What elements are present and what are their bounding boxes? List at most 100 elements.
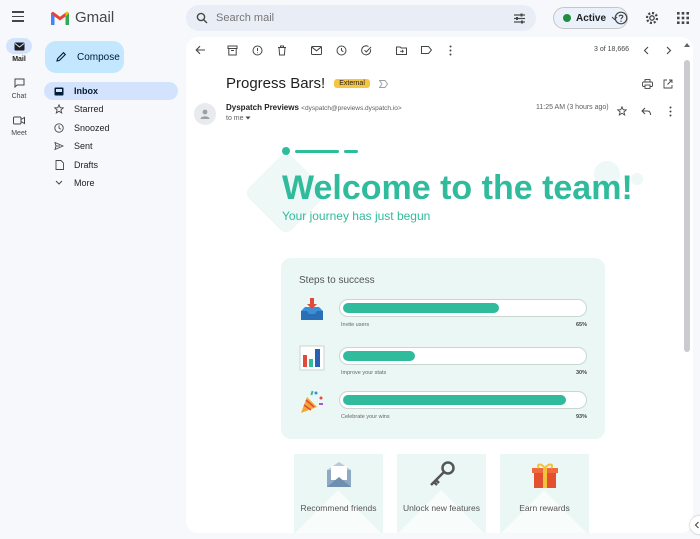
top-bar: Gmail Active [0, 0, 700, 36]
print-icon[interactable] [641, 78, 653, 90]
headline: Welcome to the team! [282, 169, 633, 207]
email-subject: Progress Bars! External [226, 75, 388, 92]
apps-button[interactable] [674, 9, 692, 27]
nav-item-sent[interactable]: Sent [44, 137, 178, 155]
gift-icon [532, 463, 558, 488]
chevron-down-icon [54, 178, 64, 188]
open-new-window-icon[interactable] [662, 78, 674, 90]
rail-item-meet[interactable]: Meet [0, 110, 38, 147]
reply-icon[interactable] [640, 105, 652, 117]
status-label: Active [576, 12, 607, 24]
sender-name: Dyspatch Previews [226, 103, 299, 112]
more-vert-icon[interactable] [444, 44, 456, 56]
search-options-icon[interactable] [513, 12, 526, 25]
back-arrow-icon[interactable] [194, 44, 206, 56]
person-icon [200, 109, 210, 119]
subject-text: Progress Bars! [226, 75, 326, 92]
decorative-pill [295, 149, 339, 153]
recipient-label: to me [226, 115, 244, 122]
feature-row: Recommend friends Unlock new features Ea… [294, 454, 589, 533]
rail-label: Chat [11, 93, 27, 100]
email-content: Welcome to the team! Your journey has ju… [226, 133, 671, 533]
step-percent: 30% [575, 370, 587, 376]
feature-label: Earn rewards [519, 503, 570, 513]
menu-line [12, 11, 24, 13]
progress-fill [343, 303, 499, 313]
search-icon[interactable] [196, 12, 208, 24]
step-label: Invite users [341, 322, 370, 328]
feature-card-rewards[interactable]: Earn rewards [500, 454, 589, 533]
search-input[interactable] [216, 12, 513, 24]
chevron-left-icon[interactable] [640, 44, 652, 56]
star-icon [54, 104, 64, 115]
rail-label: Meet [11, 130, 27, 137]
step-label: Celebrate your wins [341, 414, 390, 420]
progress-step: Celebrate your wins 93% [297, 389, 589, 429]
nav-item-inbox[interactable]: Inbox [44, 82, 178, 100]
main-menu-button[interactable] [8, 8, 28, 28]
nav-item-more[interactable]: More [44, 174, 178, 192]
star-icon[interactable] [616, 105, 628, 117]
progress-step: Invite users 65% [297, 297, 589, 337]
progress-track [339, 391, 587, 409]
add-task-icon[interactable] [360, 44, 372, 56]
draft-icon [54, 159, 64, 170]
rail-item-mail[interactable]: Mail [0, 36, 38, 73]
scroll-up-arrow-icon[interactable] [683, 41, 691, 49]
nav-item-drafts[interactable]: Drafts [44, 156, 178, 174]
caret-down-icon [245, 116, 251, 120]
email-view: 3 of 18,666 Progress Bars! External Dysp… [186, 37, 693, 533]
compose-label: Compose [77, 51, 120, 63]
feature-label: Recommend friends [300, 503, 377, 513]
steps-card: Steps to success Invite users 65% Improv… [281, 258, 605, 439]
rail-label: Mail [12, 56, 26, 63]
nav-label: Starred [74, 104, 104, 115]
mark-unread-icon[interactable] [310, 44, 322, 56]
mail-icon [14, 42, 24, 50]
trash-icon[interactable] [276, 44, 288, 56]
progress-fill [343, 351, 415, 361]
feature-card-unlock[interactable]: Unlock new features [397, 454, 486, 533]
nav-label: More [74, 177, 95, 188]
snooze-icon[interactable] [335, 44, 347, 56]
progress-track [339, 347, 587, 365]
archive-icon[interactable] [226, 44, 238, 56]
progress-track [339, 299, 587, 317]
nav-item-starred[interactable]: Starred [44, 100, 178, 118]
rail-pill [6, 38, 32, 54]
decorative-pill [344, 149, 358, 153]
clock-icon [54, 123, 64, 133]
external-badge: External [334, 79, 370, 88]
rail-item-chat[interactable]: Chat [0, 73, 38, 110]
party-popper-icon [301, 390, 323, 413]
avatar[interactable] [194, 103, 216, 125]
report-spam-icon[interactable] [251, 44, 263, 56]
steps-title: Steps to success [299, 275, 375, 286]
move-to-icon[interactable] [395, 44, 407, 56]
nav-item-snoozed[interactable]: Snoozed [44, 119, 178, 137]
recipient-details[interactable]: to me [226, 115, 251, 122]
label-icon[interactable] [420, 44, 432, 56]
more-vert-icon[interactable] [664, 105, 676, 117]
sender[interactable]: Dyspatch Previews <dyspatch@previews.dys… [226, 103, 402, 112]
menu-line [12, 20, 24, 22]
chat-icon [14, 78, 24, 88]
nav-label: Drafts [74, 159, 99, 170]
inbox-icon [54, 86, 64, 96]
feature-card-recommend[interactable]: Recommend friends [294, 454, 383, 533]
chevron-right-icon[interactable] [663, 44, 675, 56]
chevron-left-icon [694, 521, 699, 529]
email-time: 11:25 AM (3 hours ago) [536, 104, 609, 111]
scrollbar-thumb[interactable] [684, 60, 690, 352]
importance-marker-icon[interactable] [378, 79, 388, 88]
decorative-pill [282, 147, 290, 155]
search-bar[interactable] [186, 5, 536, 31]
tagline: Your journey has just begun [282, 209, 431, 223]
settings-button[interactable] [643, 9, 661, 27]
help-button[interactable] [612, 9, 630, 27]
side-panel-toggle[interactable] [690, 516, 700, 534]
meet-icon [13, 116, 25, 124]
gmail-logo[interactable]: Gmail [50, 9, 114, 26]
bar-chart-icon [299, 345, 325, 371]
compose-button[interactable]: Compose [45, 41, 124, 73]
